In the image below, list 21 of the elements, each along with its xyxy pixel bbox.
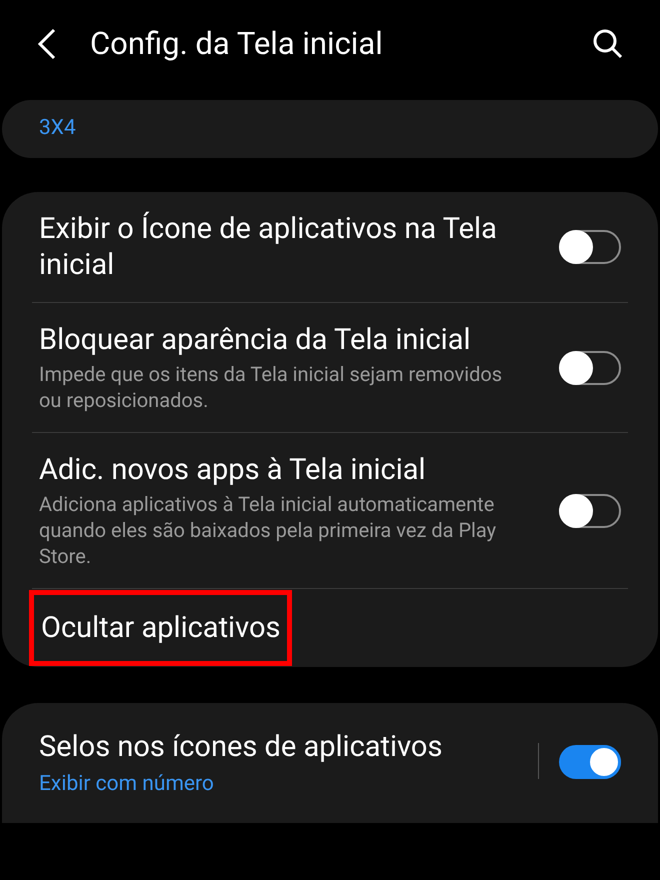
toggle-switch[interactable] — [559, 230, 621, 264]
setting-description: Adiciona aplicativos à Tela inicial automaticamente quando eles são baixados pela primeira vez da Play Store. — [39, 491, 498, 569]
setting-row[interactable]: Exibir o Ícone de aplicativos na Tela inicial — [32, 192, 628, 302]
setting-title: Exibir o Ícone de aplicativos na Tela inicial — [39, 211, 498, 283]
setting-title: Bloquear aparência da Tela inicial — [39, 322, 472, 358]
back-icon[interactable] — [36, 27, 58, 61]
toggle-switch[interactable] — [559, 350, 621, 384]
setting-row[interactable]: Adic. novos apps à Tela inicial Adiciona aplicativos à Tela inicial automaticamente quando eles são baixados pela primeira vez da Play Store. — [32, 432, 628, 588]
search-icon[interactable] — [592, 28, 624, 60]
setting-title: Adic. novos apps à Tela inicial — [39, 452, 427, 488]
setting-row[interactable]: Bloquear aparência da Tela inicial Impede que os itens da Tela inicial sejam removidos ou reposicionados. — [32, 302, 628, 432]
hide-apps-item[interactable]: Ocultar aplicativos — [32, 593, 290, 663]
badges-card[interactable]: Selos nos ícones de aplicativos Exibir com número — [2, 703, 658, 823]
setting-description: Impede que os itens da Tela inicial sejam removidos ou reposicionados. — [39, 361, 504, 413]
toggle-switch[interactable] — [559, 494, 621, 528]
setting-title: Selos nos ícones de aplicativos — [39, 729, 444, 765]
setting-value: Exibir com número — [39, 771, 215, 798]
toggle-switch[interactable] — [559, 745, 621, 779]
grid-value: 3X4 — [39, 115, 76, 142]
screen-title: Config. da Tela inicial — [90, 24, 383, 64]
grid-card[interactable]: 3X4 — [2, 100, 658, 158]
